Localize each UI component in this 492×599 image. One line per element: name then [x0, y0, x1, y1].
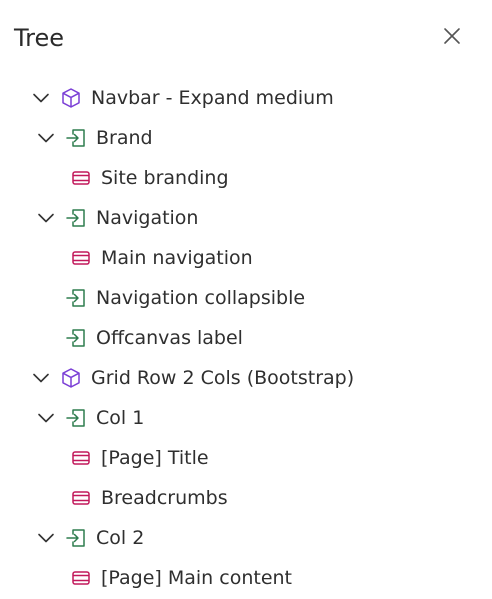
tree-item-label: Site branding: [101, 167, 229, 189]
tree-item-site-branding[interactable]: Site branding: [0, 158, 492, 198]
tree-item-label: Col 2: [96, 527, 145, 549]
tree-item-label: Col 1: [96, 407, 145, 429]
slot-enter-icon: [65, 527, 87, 549]
slot-enter-icon: [65, 287, 87, 309]
chevron-down-icon[interactable]: [35, 407, 57, 429]
slot-enter-icon: [65, 127, 87, 149]
block-icon: [70, 567, 92, 589]
chevron-down-icon[interactable]: [35, 527, 57, 549]
tree-item-label: Breadcrumbs: [101, 487, 228, 509]
tree-panel: Tree Navbar - Expand medium Brand Site b…: [0, 0, 492, 599]
tree-item-col-2[interactable]: Col 2: [0, 518, 492, 558]
tree-item-label: [Page] Main content: [101, 567, 293, 589]
tree-item-grid-row-2-cols[interactable]: Grid Row 2 Cols (Bootstrap): [0, 358, 492, 398]
slot-enter-icon: [65, 407, 87, 429]
block-icon: [70, 167, 92, 189]
tree-item-label: Navigation collapsible: [96, 287, 306, 309]
cube-icon: [60, 367, 82, 389]
tree-item-label: Grid Row 2 Cols (Bootstrap): [91, 367, 355, 389]
tree-item-label: Main navigation: [101, 247, 253, 269]
chevron-down-icon[interactable]: [30, 87, 52, 109]
tree-item-page-title[interactable]: [Page] Title: [0, 438, 492, 478]
tree-item-col-1[interactable]: Col 1: [0, 398, 492, 438]
slot-enter-icon: [65, 327, 87, 349]
tree-item-breadcrumbs[interactable]: Breadcrumbs: [0, 478, 492, 518]
close-icon: [442, 26, 462, 50]
tree-item-page-main-content[interactable]: [Page] Main content: [0, 558, 492, 598]
tree-item-label: Navbar - Expand medium: [91, 87, 334, 109]
tree: Navbar - Expand medium Brand Site brandi…: [0, 78, 492, 598]
chevron-down-icon[interactable]: [35, 207, 57, 229]
chevron-down-icon[interactable]: [30, 367, 52, 389]
block-icon: [70, 487, 92, 509]
chevron-down-icon[interactable]: [35, 127, 57, 149]
block-icon: [70, 447, 92, 469]
tree-item-label: [Page] Title: [101, 447, 209, 469]
tree-item-label: Offcanvas label: [96, 327, 243, 349]
tree-item-brand[interactable]: Brand: [0, 118, 492, 158]
tree-item-offcanvas-label[interactable]: Offcanvas label: [0, 318, 492, 358]
tree-item-navigation[interactable]: Navigation: [0, 198, 492, 238]
panel-title: Tree: [14, 24, 65, 52]
cube-icon: [60, 87, 82, 109]
tree-item-navbar-expand-medium[interactable]: Navbar - Expand medium: [0, 78, 492, 118]
close-button[interactable]: [440, 26, 464, 50]
block-icon: [70, 247, 92, 269]
tree-item-label: Brand: [96, 127, 153, 149]
tree-item-label: Navigation: [96, 207, 199, 229]
slot-enter-icon: [65, 207, 87, 229]
panel-header: Tree: [0, 0, 492, 78]
tree-item-main-navigation[interactable]: Main navigation: [0, 238, 492, 278]
tree-item-navigation-collapsible[interactable]: Navigation collapsible: [0, 278, 492, 318]
